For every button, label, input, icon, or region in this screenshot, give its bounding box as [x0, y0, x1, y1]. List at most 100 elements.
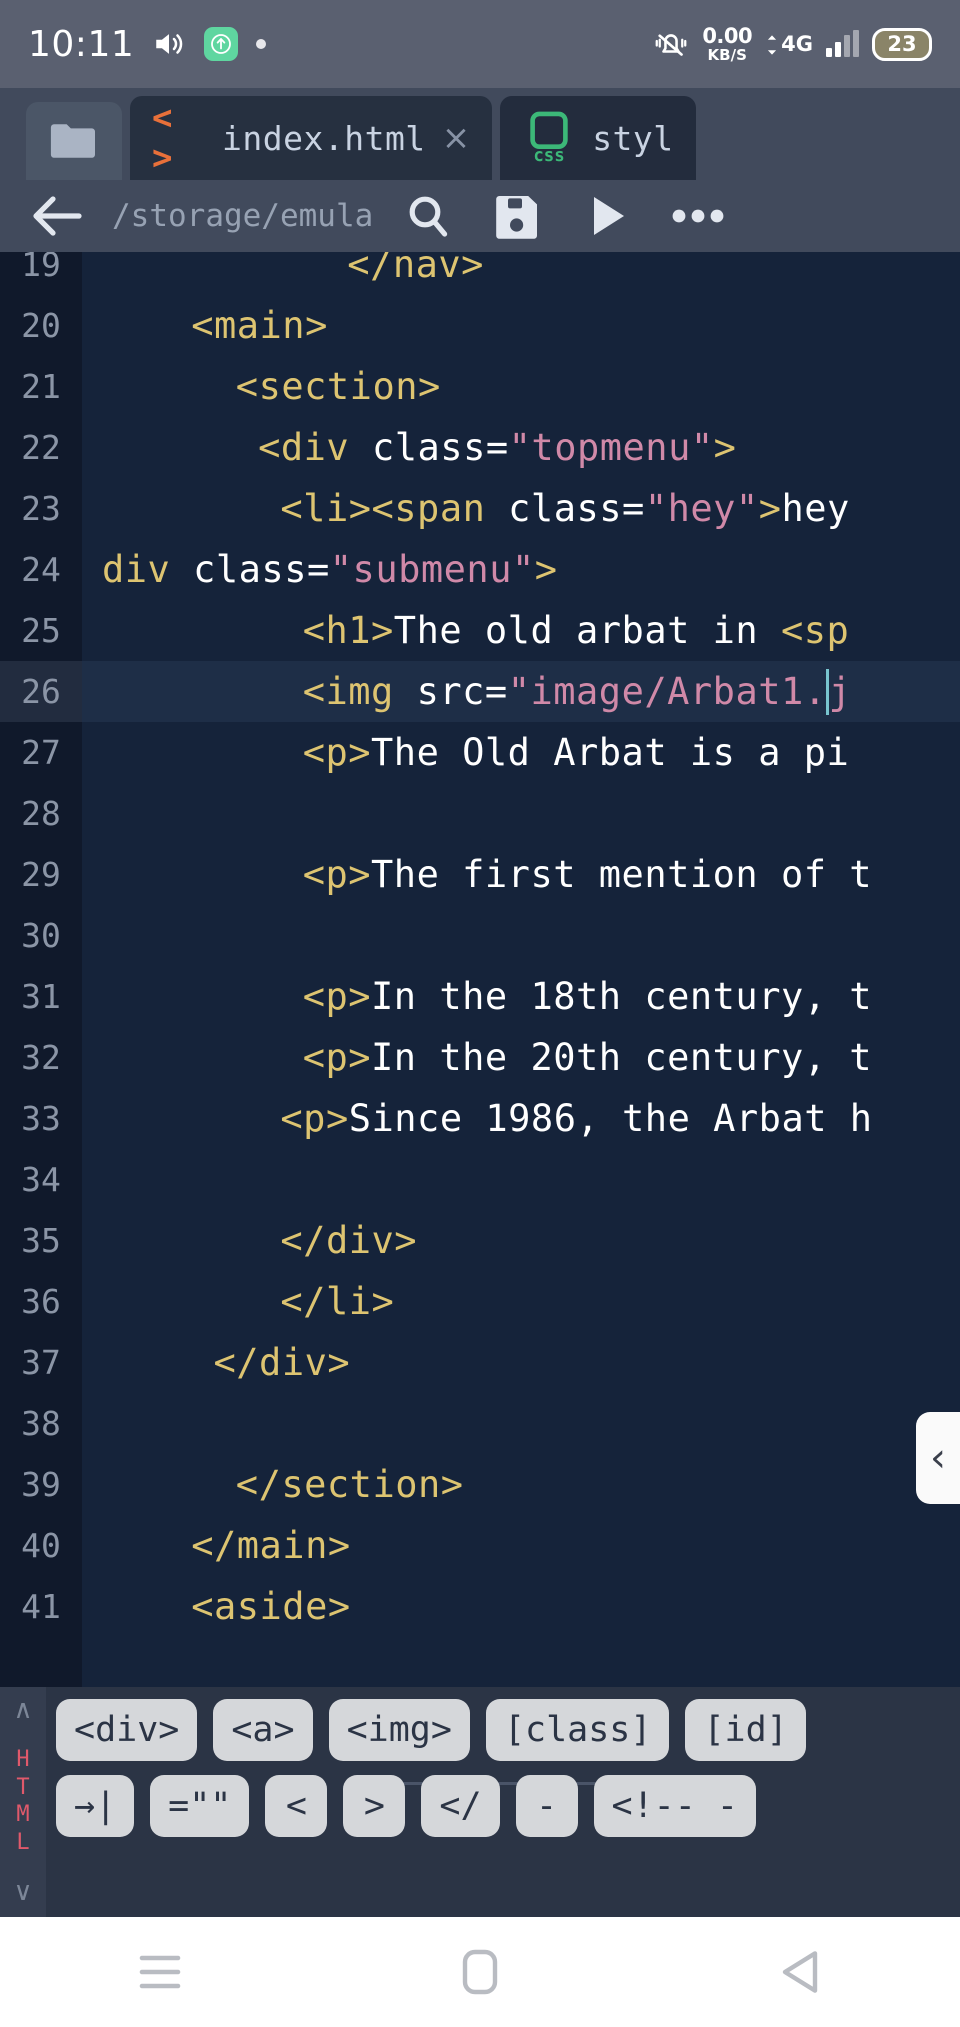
tab-label: styl [592, 118, 674, 158]
chevron-down-icon[interactable]: ∨ [13, 1877, 32, 1907]
code-line[interactable]: 25 <h1> The old arbat in <sp [0, 600, 960, 661]
code-line-text: <div class= "topmenu" > [82, 417, 736, 478]
code-token-text: The old arbat in [393, 609, 781, 652]
code-line[interactable]: 29 <p> The first mention of t [0, 844, 960, 905]
keyboard-key-rows: <div> <a> <img> [class] [id] →| ="" < > </- <!-- … [46, 1687, 960, 1837]
key-close-tag[interactable]: </ [421, 1775, 500, 1837]
code-token-text: The Old Arbat is a pi [371, 731, 850, 774]
line-number: 25 [21, 611, 61, 650]
network-speed-indicator: 0.00 KB/S [702, 23, 753, 63]
code-line[interactable]: 38 [0, 1393, 960, 1454]
code-line[interactable]: 37 </div> [0, 1332, 960, 1393]
key-less-than[interactable]: < [265, 1775, 328, 1837]
code-token-val: "image/Arbat1. [507, 670, 827, 713]
code-token-attr: class= [371, 426, 509, 469]
back-arrow-icon[interactable] [22, 185, 92, 247]
tab-index-html[interactable]: < > index.html × [130, 96, 493, 186]
code-line[interactable]: 19 </nav> [0, 252, 960, 295]
network-type-label: 4G [781, 32, 813, 56]
code-token-val: j [828, 670, 852, 713]
key-id[interactable]: [id] [685, 1699, 806, 1761]
code-line-text: div class= "submenu" > [82, 539, 558, 600]
signal-bars-icon [826, 30, 859, 57]
network-speed-value: 0.00 [702, 23, 753, 48]
chevron-up-icon[interactable]: ∧ [13, 1695, 32, 1725]
code-line[interactable]: 36 </li> [0, 1271, 960, 1332]
code-line[interactable]: 22 <div class= "topmenu" > [0, 417, 960, 478]
recording-dot-icon [256, 39, 267, 49]
code-line[interactable]: 23 <li><span class= "hey" > hey [0, 478, 960, 539]
code-line[interactable]: 41 <aside> [0, 1576, 960, 1637]
key-div[interactable]: <div> [56, 1699, 198, 1761]
key-greater-than[interactable]: > [343, 1775, 406, 1837]
status-clock: 10:11 [28, 23, 135, 65]
code-line-text: </main> [82, 1515, 351, 1576]
editor-toolbar: /storage/emula [0, 180, 960, 252]
code-line[interactable]: 26 <img src= "image/Arbat1. j [0, 661, 960, 722]
folder-icon[interactable] [26, 102, 122, 180]
overflow-menu-icon[interactable] [663, 185, 733, 247]
recents-icon[interactable] [100, 1932, 220, 2012]
line-number: 37 [21, 1343, 61, 1382]
code-token-tag: div [102, 548, 194, 591]
home-icon[interactable] [420, 1932, 540, 2012]
code-token-tag: </main> [191, 1524, 351, 1567]
code-line-text: <p> Since 1986, the Arbat h [82, 1088, 873, 1149]
code-line[interactable]: 34 [0, 1149, 960, 1210]
code-content[interactable]: 19 </nav> 20 <main> 21 <section> 22 <div class=… [0, 252, 960, 1637]
key-img[interactable]: <img> [328, 1699, 470, 1761]
code-token-tag: <h1> [302, 609, 394, 652]
key-tab[interactable]: →| [56, 1775, 135, 1837]
tab-style-css[interactable]: css styl [500, 96, 696, 180]
code-line[interactable]: 30 [0, 905, 960, 966]
search-icon[interactable] [393, 185, 463, 247]
code-token-attr: class= [508, 487, 645, 530]
code-editor[interactable]: 19 </nav> 20 <main> 21 <section> 22 <div class=… [0, 252, 960, 1687]
code-line[interactable]: 20 <main> [0, 295, 960, 356]
key-equals-quotes[interactable]: ="" [150, 1775, 250, 1837]
battery-indicator: 23 [872, 27, 932, 61]
code-token-val: "hey" [644, 487, 759, 530]
key-class[interactable]: [class] [485, 1699, 670, 1761]
keyboard-language-char: L [16, 1829, 30, 1855]
panel-expand-handle[interactable]: ‹ [916, 1412, 960, 1504]
line-number: 35 [21, 1221, 61, 1260]
tab-bar: < > index.html × css styl [0, 88, 960, 186]
html-file-icon: < > [152, 98, 206, 178]
keyboard-language-char: T [16, 1774, 30, 1800]
save-icon[interactable] [483, 185, 553, 247]
key-a[interactable]: <a> [213, 1699, 313, 1761]
code-line[interactable]: 27 <p> The Old Arbat is a pi [0, 722, 960, 783]
key-comment[interactable]: <!-- - [593, 1775, 756, 1837]
run-icon[interactable] [573, 185, 643, 247]
keyboard-side-rail: ∧ HTML ∨ [0, 1687, 46, 1917]
line-number: 32 [21, 1038, 61, 1077]
code-line[interactable]: 32 <p> In the 20th century, t [0, 1027, 960, 1088]
file-path-label[interactable]: /storage/emula [112, 198, 373, 234]
status-bar-right: 0.00 KB/S 4G 23 [653, 23, 932, 63]
line-number: 38 [21, 1404, 61, 1443]
code-token-tag: </section> [235, 1463, 464, 1506]
code-line[interactable]: 33 <p> Since 1986, the Arbat h [0, 1088, 960, 1149]
system-navigation-bar [0, 1917, 960, 2027]
code-token-tag: <p> [302, 975, 372, 1018]
line-number: 20 [21, 306, 61, 345]
back-triangle-icon[interactable] [740, 1932, 860, 2012]
code-line[interactable]: 28 [0, 783, 960, 844]
code-line[interactable]: 24 div class= "submenu" > [0, 539, 960, 600]
code-line[interactable]: 31 <p> In the 18th century, t [0, 966, 960, 1027]
key-hyphen[interactable]: - [515, 1775, 578, 1837]
code-token-tag: <p> [302, 853, 372, 896]
keyboard-language-char: H [16, 1747, 30, 1772]
code-line[interactable]: 40 </main> [0, 1515, 960, 1576]
line-number: 22 [21, 428, 61, 467]
html-file-glyph: < > [152, 98, 172, 178]
close-icon[interactable]: × [442, 118, 471, 158]
code-line[interactable]: 39 </section> [0, 1454, 960, 1515]
code-line-text: <section> [82, 356, 441, 417]
code-line-text: </nav> [82, 252, 484, 295]
line-number: 34 [21, 1160, 61, 1199]
phone-screen: 10:11 0.00 KB/S 4G 23 < > index.html × c… [0, 0, 960, 2027]
code-line[interactable]: 35 </div> [0, 1210, 960, 1271]
code-line[interactable]: 21 <section> [0, 356, 960, 417]
